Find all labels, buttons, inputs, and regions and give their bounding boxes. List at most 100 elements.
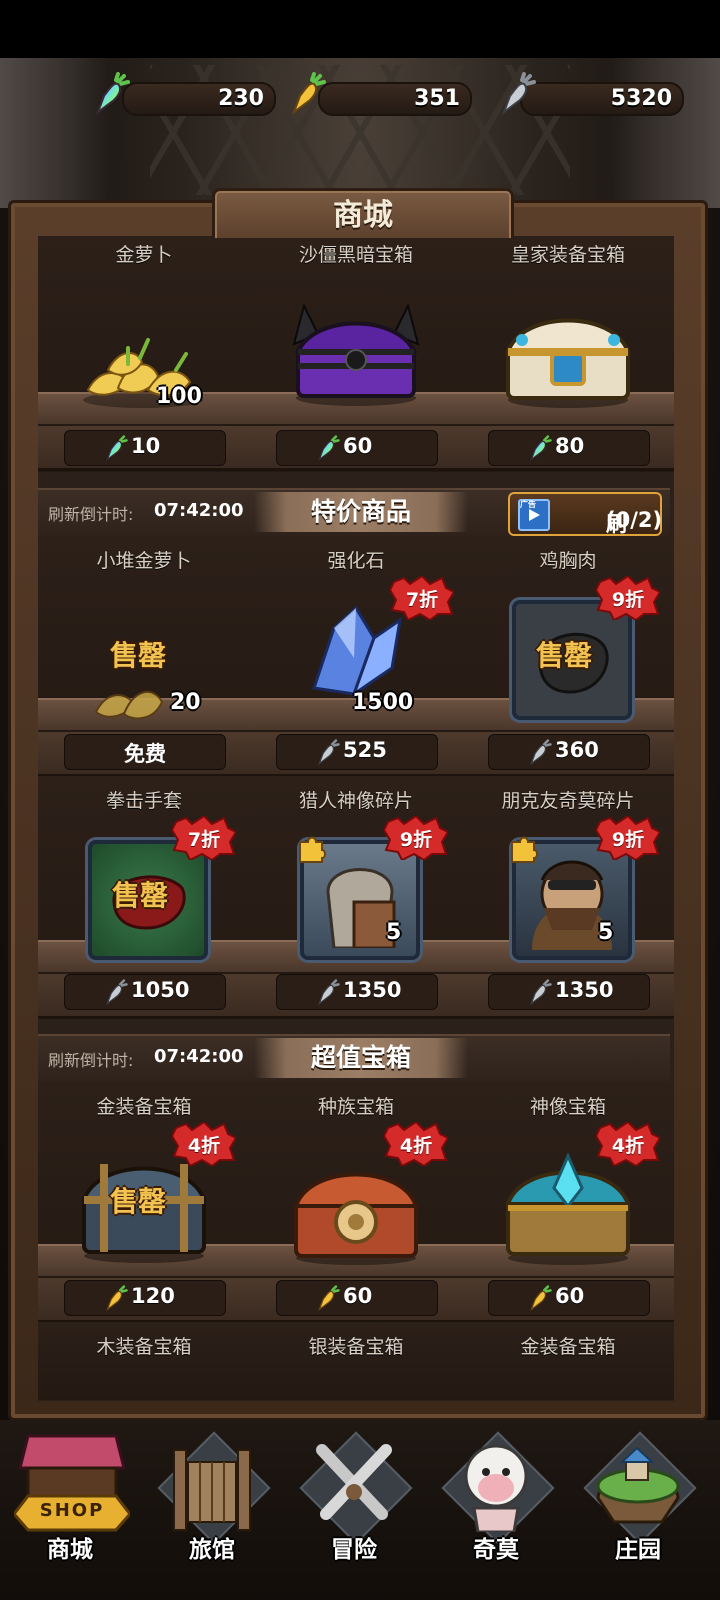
shop-item-race-chest[interactable]: 种族宝箱 4折 60 xyxy=(250,1082,462,1322)
price-tag[interactable]: 525 xyxy=(276,734,438,770)
price-free: 免费 xyxy=(124,742,166,766)
price-value: 60 xyxy=(343,434,373,458)
item-name: 银装备宝箱 xyxy=(308,1336,404,1358)
gold-carrot-icon xyxy=(106,1285,128,1312)
silver-carrot-icon xyxy=(530,739,552,766)
price-tag[interactable]: 1350 xyxy=(488,974,650,1010)
sold-out-label: 售罄 xyxy=(110,1185,167,1218)
nav-inn[interactable]: 旅馆 xyxy=(152,1431,272,1592)
nav-label: 商城 xyxy=(47,1537,93,1563)
price-value: 525 xyxy=(343,738,387,762)
shop-item-dark-chest[interactable]: 沙僵黑暗宝箱 60 xyxy=(250,238,462,468)
shop-item-boxing-gloves[interactable]: 拳击手套 售罄 7折 1050 xyxy=(38,776,250,1016)
rainbow-carrot-icon xyxy=(318,435,340,462)
gold-carrot-icon xyxy=(318,1285,340,1312)
item-quantity: 20 xyxy=(170,690,201,715)
nav-label: 旅馆 xyxy=(189,1537,235,1563)
shop-item-gold-equipment-chest[interactable]: 金装备宝箱 售罄 4折 120 xyxy=(38,1082,250,1322)
price-value: 60 xyxy=(343,1284,373,1308)
shop-item-statue-chest[interactable]: 神像宝箱 4折 60 xyxy=(462,1082,674,1322)
nav-manor[interactable]: 庄园 xyxy=(578,1431,698,1592)
price-tag[interactable]: 60 xyxy=(488,1280,650,1316)
gold-carrot-icon xyxy=(291,72,326,115)
discount-badge: 4折 xyxy=(172,1122,236,1166)
shop-item-enhance-stone[interactable]: 强化石 1500 7折 525 xyxy=(250,536,462,776)
price-value: 1350 xyxy=(343,978,402,1002)
rainbow-carrot-icon xyxy=(106,435,128,462)
item-quantity: 100 xyxy=(156,384,202,409)
item-quantity: 1500 xyxy=(352,690,414,715)
item-name: 小堆金萝卜 xyxy=(96,550,192,572)
price-tag[interactable]: 120 xyxy=(64,1280,226,1316)
item-name: 木装备宝箱 xyxy=(96,1336,192,1358)
discount-badge: 9折 xyxy=(384,816,448,860)
price-tag[interactable]: 1050 xyxy=(64,974,226,1010)
nav-label: 奇莫 xyxy=(473,1537,519,1563)
crossed-swords-icon xyxy=(316,1444,392,1520)
silver-carrot-icon xyxy=(318,739,340,766)
puzzle-fragment-icon xyxy=(299,836,326,863)
refresh-button[interactable]: 广告 刷新 (0/2) xyxy=(508,492,662,566)
sold-out-label: 售罄 xyxy=(110,639,167,672)
countdown-label: 刷新倒计时: xyxy=(48,1051,134,1070)
price-tag[interactable]: 60 xyxy=(276,430,438,466)
silver-carrot-value: 5320 xyxy=(610,86,672,111)
nav-shop[interactable]: SHOP 商城 xyxy=(10,1432,130,1592)
item-name: 神像宝箱 xyxy=(529,1096,606,1118)
countdown-timer: 07:42:00 xyxy=(154,500,244,521)
silver-carrot-icon xyxy=(106,979,128,1006)
manor-island-icon xyxy=(596,1446,680,1524)
item-name: 猎人神像碎片 xyxy=(298,790,413,812)
nav-label: 庄园 xyxy=(615,1537,661,1563)
shop-item-gold-carrot[interactable]: 金萝卜 100 10 xyxy=(38,238,250,468)
price-tag[interactable]: 80 xyxy=(488,430,650,466)
discount-badge: 4折 xyxy=(596,1122,660,1166)
price-tag[interactable]: 360 xyxy=(488,734,650,770)
item-name: 金装备宝箱 xyxy=(520,1336,616,1358)
discount-badge: 7折 xyxy=(390,576,454,620)
item-quantity: 5 xyxy=(386,920,402,945)
price-value: 60 xyxy=(555,1284,585,1308)
gold-carrot-counter[interactable]: 351 xyxy=(318,82,472,116)
gold-carrot-value: 351 xyxy=(414,86,460,111)
item-name: 金萝卜 xyxy=(115,244,173,266)
kimo-character-icon xyxy=(464,1444,528,1532)
price-tag[interactable]: 免费 xyxy=(64,734,226,770)
price-tag[interactable]: 10 xyxy=(64,430,226,466)
sold-out-label: 售罄 xyxy=(536,639,593,672)
shop-item-hunter-statue-fragment[interactable]: 猎人神像碎片 5 9折 1350 xyxy=(250,776,462,1016)
nav-adventure[interactable]: 冒险 xyxy=(294,1431,414,1592)
price-tag[interactable]: 60 xyxy=(276,1280,438,1316)
silver-carrot-counter[interactable]: 5320 xyxy=(520,82,684,116)
shop-item-royal-chest[interactable]: 皇家装备宝箱 80 xyxy=(462,238,674,468)
price-tag[interactable]: 1350 xyxy=(276,974,438,1010)
item-name: 朋克友奇莫碎片 xyxy=(501,790,635,812)
shop-item-small-gold-carrots[interactable]: 小堆金萝卜 售罄 20 免费 xyxy=(38,536,250,776)
section-title: 特价商品 xyxy=(254,492,468,532)
price-value: 80 xyxy=(555,434,585,458)
gold-carrot-icon xyxy=(530,1285,552,1312)
price-value: 10 xyxy=(131,434,161,458)
rainbow-carrot-icon xyxy=(530,435,552,462)
price-value: 360 xyxy=(555,738,599,762)
special-offers-header: 刷新倒计时: 07:42:00 特价商品 广告 刷新 (0/2) xyxy=(38,488,670,566)
discount-badge: 9折 xyxy=(596,816,660,860)
inn-gate-icon xyxy=(173,1449,251,1531)
countdown-timer: 07:42:00 xyxy=(154,1046,244,1067)
item-name: 种族宝箱 xyxy=(317,1096,394,1118)
item-name: 鸡胸肉 xyxy=(539,550,597,572)
item-name: 皇家装备宝箱 xyxy=(510,244,625,266)
shop-item-punk-kimo-fragment[interactable]: 朋克友奇莫碎片 5 9折 1350 xyxy=(462,776,674,1016)
item-name: 强化石 xyxy=(327,550,385,572)
puzzle-fragment-icon xyxy=(511,836,538,863)
price-value: 1050 xyxy=(131,978,190,1002)
silver-carrot-icon xyxy=(530,979,552,1006)
countdown-label: 刷新倒计时: xyxy=(48,505,134,524)
item-quantity: 5 xyxy=(598,920,614,945)
sold-out-label: 售罄 xyxy=(112,879,169,912)
rainbow-carrot-counter[interactable]: 230 xyxy=(122,82,276,116)
price-value: 120 xyxy=(131,1284,175,1308)
nav-kimo[interactable]: 奇莫 xyxy=(436,1431,556,1592)
shop-item-chicken-breast[interactable]: 鸡胸肉 售罄 9折 360 xyxy=(462,536,674,776)
item-name: 金装备宝箱 xyxy=(96,1096,192,1118)
